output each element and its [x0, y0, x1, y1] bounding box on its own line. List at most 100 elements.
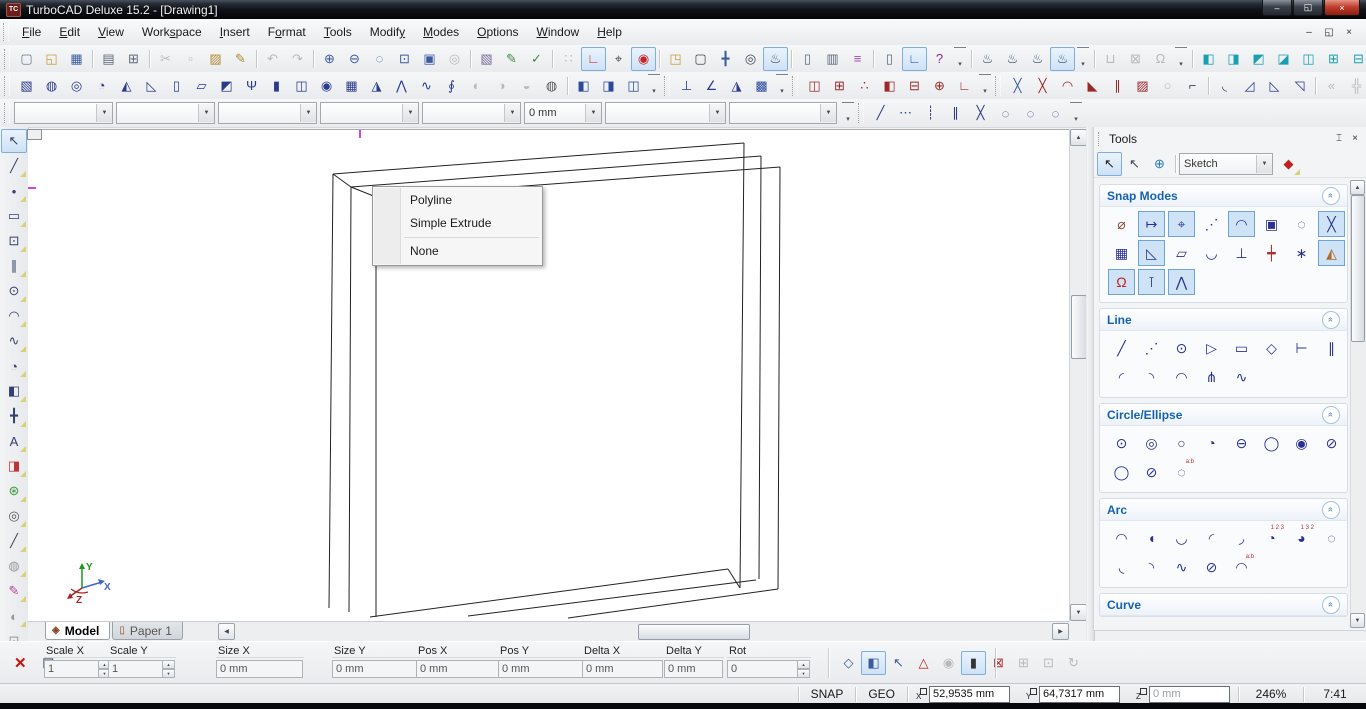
no-rubber-band-button[interactable]: ⊠: [986, 651, 1011, 675]
line-multiline-wide-button[interactable]: ⋔: [1198, 364, 1225, 390]
round-corner-button[interactable]: ◟: [1212, 74, 1237, 98]
material-combo[interactable]: ▼: [729, 102, 837, 124]
snap-cross-button[interactable]: ╳: [968, 101, 993, 125]
circle-tangent-to-line-button[interactable]: ⊖: [1228, 430, 1255, 456]
hemisphere-button[interactable]: ◎: [64, 74, 89, 98]
boolean-subtract-button[interactable]: ◨: [596, 74, 621, 98]
sketch-combo-dropdown-arrow[interactable]: ▼: [1256, 155, 1272, 173]
coordinate-system-button[interactable]: ∟: [581, 47, 606, 71]
slice-button[interactable]: ◐: [464, 74, 489, 98]
arc-start-included-end-button[interactable]: ◕1 3 2: [1288, 525, 1315, 551]
node-edit-mode-button[interactable]: ↖: [886, 651, 911, 675]
menu-item-modes[interactable]: Modes: [414, 22, 468, 42]
group-edit-button[interactable]: ⊔: [1098, 47, 1123, 71]
coord-y-input[interactable]: 64,7317 mm: [1039, 686, 1120, 703]
snap-circle-tan-button[interactable]: ◌: [993, 101, 1018, 125]
solid-primitive-button[interactable]: ◔: [1, 354, 27, 378]
fillet-button[interactable]: ◠: [1055, 74, 1080, 98]
hatch-sphere-button[interactable]: ◍: [539, 74, 564, 98]
snap-grid-button[interactable]: ▦: [1108, 240, 1135, 266]
arc-tangent-button[interactable]: ◞: [1228, 525, 1255, 551]
insert-object-button[interactable]: ⊡: [1, 229, 27, 253]
rotate-handles-button[interactable]: ↻: [1061, 651, 1086, 675]
context-menu-item-none[interactable]: None: [374, 240, 541, 263]
menu-item-window[interactable]: Window: [528, 22, 589, 42]
field-input[interactable]: 0: [727, 660, 798, 678]
view-left-button[interactable]: ◩: [1246, 47, 1271, 71]
revolve-button[interactable]: Ψ: [239, 74, 264, 98]
globe-tool-button[interactable]: ⊕: [1147, 152, 1172, 176]
angle-check-button[interactable]: ∠: [699, 74, 724, 98]
menu-item-tools[interactable]: Tools: [315, 22, 361, 42]
open-file-button[interactable]: ◱: [39, 47, 64, 71]
box-3d-button[interactable]: ▧: [14, 74, 39, 98]
line-rotated-rectangle-button[interactable]: ◇: [1258, 335, 1285, 361]
copy-radial-button[interactable]: ∴: [852, 74, 877, 98]
solid-box-button[interactable]: ◧: [1, 379, 27, 403]
magnetic-point-button[interactable]: ◉: [631, 47, 656, 71]
solid-edit-button[interactable]: ◐: [1, 604, 27, 628]
snap-ortho-button[interactable]: ⊺: [1138, 269, 1165, 295]
spline-3d-button[interactable]: ∿: [414, 74, 439, 98]
select-button[interactable]: ↖: [1, 129, 27, 153]
coord-x-input[interactable]: 52,9535 mm: [929, 686, 1010, 703]
snap-circle-center-button[interactable]: ◌: [1043, 101, 1068, 125]
offset-button[interactable]: ∥: [1105, 74, 1130, 98]
arc-concentric-button[interactable]: ◖: [1138, 525, 1165, 551]
no-snap-button[interactable]: ⌀: [1108, 211, 1135, 237]
new-window-button[interactable]: ▯: [877, 47, 902, 71]
menu-item-options[interactable]: Options: [468, 22, 527, 42]
field-spinner[interactable]: ▲▼: [163, 660, 175, 678]
sphere-button[interactable]: ◍: [39, 74, 64, 98]
gradient-fill-button[interactable]: ◨: [1, 454, 27, 478]
color-palette-button[interactable]: ≡: [845, 47, 870, 71]
selector-3d-button[interactable]: ◧: [861, 651, 886, 675]
snap-nearest-button[interactable]: ⋰: [1198, 211, 1225, 237]
menu-item-file[interactable]: File: [13, 22, 50, 42]
cone-button[interactable]: ◭: [114, 74, 139, 98]
toolbar-overflow-button[interactable]: ▾: [1070, 102, 1082, 125]
grid-snap-button[interactable]: ∷: [556, 47, 581, 71]
pen-width-combo-dropdown-arrow[interactable]: ▼: [585, 104, 601, 122]
camera-orbit-button[interactable]: ◎: [738, 47, 763, 71]
snap-workplane-button[interactable]: ▱: [1168, 240, 1195, 266]
arc-tangent-to-arc-button[interactable]: ◟: [1108, 554, 1135, 580]
snap-vertex-button[interactable]: ⌖: [1168, 211, 1195, 237]
paste-button[interactable]: ▨: [203, 47, 228, 71]
palette-scroll-down-button[interactable]: ▼: [1350, 613, 1365, 628]
palette-scroll-thumb[interactable]: [1351, 195, 1365, 342]
toolbar-overflow-button[interactable]: ▾: [842, 102, 854, 125]
collapse-section-button[interactable]: «: [1322, 406, 1340, 424]
section-button[interactable]: ◒: [514, 74, 539, 98]
menu-item-insert[interactable]: Insert: [211, 22, 259, 42]
sweep-button[interactable]: ◫: [289, 74, 314, 98]
circle-concentric-button[interactable]: ◎: [1138, 430, 1165, 456]
line-multiline-button[interactable]: ⋰: [1138, 335, 1165, 361]
print-preview-button[interactable]: ⊞: [121, 47, 146, 71]
protractor-button[interactable]: ◮: [724, 74, 749, 98]
field-input[interactable]: 1: [44, 660, 99, 678]
chamfer-button[interactable]: ◣: [1080, 74, 1105, 98]
snap-point-on-line-button[interactable]: ⋯: [893, 101, 918, 125]
zoom-out-button[interactable]: ⊖: [342, 47, 367, 71]
collapse-section-button[interactable]: «: [1322, 187, 1340, 205]
snap-intersection-button[interactable]: ╳: [1318, 211, 1345, 237]
point-button[interactable]: •: [1, 179, 27, 203]
sketch-blob-button[interactable]: ◍: [1, 554, 27, 578]
circle-tangent-to-arc-button[interactable]: ◯: [1258, 430, 1285, 456]
wedge-button[interactable]: ◺: [139, 74, 164, 98]
palette-scroll-up-button[interactable]: ▲: [1350, 180, 1365, 195]
workplane-axis-button[interactable]: ⊥: [674, 74, 699, 98]
select-tool-button[interactable]: ↖: [1097, 152, 1122, 176]
snap-toggle[interactable]: SNAP: [799, 687, 856, 701]
minimize-document-button[interactable]: –: [1300, 25, 1318, 40]
toolbar-overflow-button[interactable]: ▾: [979, 74, 991, 97]
copy-linear-button[interactable]: ◫: [802, 74, 827, 98]
menu-item-help[interactable]: Help: [588, 22, 631, 42]
collapse-section-button[interactable]: «: [1322, 311, 1340, 329]
pick-arrow-button[interactable]: ⌐: [1180, 74, 1205, 98]
dimension-button[interactable]: ╱: [1, 529, 27, 553]
pen-tool-button[interactable]: ✎: [499, 47, 524, 71]
spell-check-button[interactable]: ✓: [524, 47, 549, 71]
ellipse-fixed-ratio-button[interactable]: ◌a:b: [1168, 459, 1195, 485]
